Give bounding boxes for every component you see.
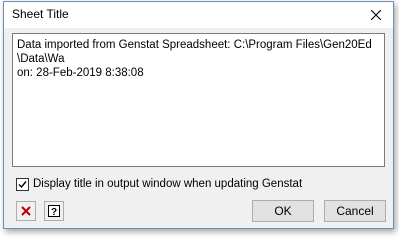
clear-button[interactable] <box>16 201 36 221</box>
close-button[interactable] <box>359 2 393 28</box>
display-title-option[interactable]: Display title in output window when upda… <box>16 176 302 192</box>
help-button[interactable]: ? <box>44 201 64 221</box>
svg-text:?: ? <box>51 207 57 217</box>
sheet-title-textarea[interactable]: Data imported from Genstat Spreadsheet: … <box>12 33 385 167</box>
help-icon: ? <box>48 205 60 217</box>
cancel-button[interactable]: Cancel <box>324 200 386 222</box>
display-title-checkbox[interactable] <box>16 177 29 191</box>
checkmark-icon <box>18 180 27 188</box>
display-title-label: Display title in output window when upda… <box>33 178 303 190</box>
ok-button[interactable]: OK <box>252 200 314 222</box>
clear-icon <box>21 206 31 216</box>
window-title: Sheet Title <box>12 7 69 21</box>
close-icon <box>371 10 381 20</box>
title-bar: Sheet Title <box>4 2 393 28</box>
sheet-title-dialog: Sheet Title Data imported from Genstat S… <box>3 1 394 229</box>
